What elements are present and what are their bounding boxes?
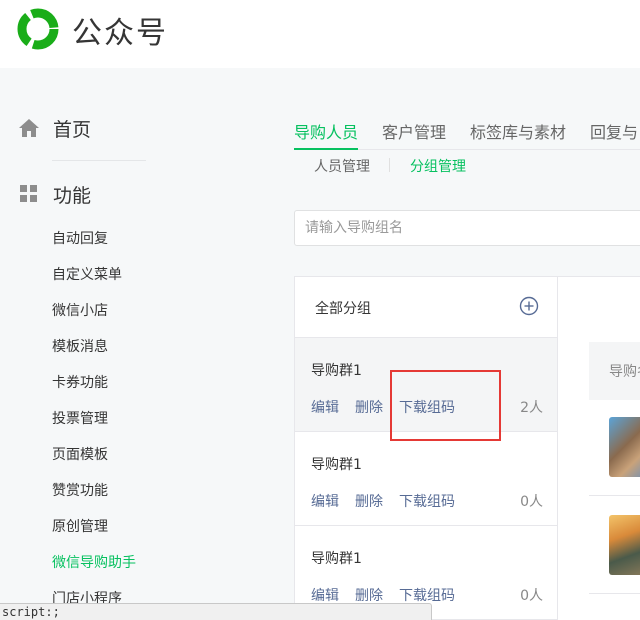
member-avatar xyxy=(609,515,640,575)
tab-shopping-guides[interactable]: 导购人员 xyxy=(294,119,358,143)
group-name: 导购群1 xyxy=(311,457,362,473)
wechat-logo-icon[interactable] xyxy=(16,7,60,51)
member-row-divider xyxy=(589,593,640,594)
delete-group-link[interactable]: 删除 xyxy=(355,491,383,511)
sidebar-item-auto-reply[interactable]: 自动回复 xyxy=(52,228,108,248)
sidebar-divider xyxy=(52,160,146,161)
tab-replies[interactable]: 回复与 xyxy=(590,119,638,143)
sidebar-item-wechat-store[interactable]: 微信小店 xyxy=(52,300,108,320)
grid-icon xyxy=(20,185,37,202)
edit-group-link[interactable]: 编辑 xyxy=(311,491,339,511)
active-tab-indicator xyxy=(294,148,358,150)
group-name: 导购群1 xyxy=(311,363,362,379)
member-list-panel: 导购名 xyxy=(558,276,640,620)
group-member-count: 0人 xyxy=(520,588,543,604)
group-name: 导购群1 xyxy=(311,551,362,567)
sidebar-item-template-message[interactable]: 模板消息 xyxy=(52,336,108,356)
edit-group-link[interactable]: 编辑 xyxy=(311,397,339,417)
group-member-count: 0人 xyxy=(520,494,543,510)
download-group-code-link[interactable]: 下载组码 xyxy=(399,585,455,605)
main-tab-bar: 导购人员 客户管理 标签库与素材 回复与 xyxy=(294,116,640,150)
search-box xyxy=(294,210,640,246)
group-search-input[interactable] xyxy=(305,211,635,245)
member-table-header-label: 导购名 xyxy=(609,364,640,380)
highlight-annotation-box xyxy=(390,370,501,441)
brand-title: 公众号 xyxy=(72,16,168,51)
sidebar-item-shopping-guide[interactable]: 微信导购助手 xyxy=(52,552,136,572)
sidebar-home-label: 首页 xyxy=(53,118,92,141)
member-row-divider xyxy=(589,495,640,496)
subtab-group-management[interactable]: 分组管理 xyxy=(410,156,466,176)
top-bar: 公众号 xyxy=(0,0,640,68)
sidebar-item-page-template[interactable]: 页面模板 xyxy=(52,444,108,464)
sidebar-item-custom-menu[interactable]: 自定义菜单 xyxy=(52,264,122,284)
group-member-count: 2人 xyxy=(520,400,543,416)
sidebar-function-label: 功能 xyxy=(53,184,92,207)
tab-tags-and-materials[interactable]: 标签库与素材 xyxy=(470,119,566,143)
sidebar-section-function[interactable]: 功能 xyxy=(18,180,91,208)
home-icon xyxy=(19,119,39,137)
group-item[interactable]: 导购群1 编辑 删除 下载组码 0人 xyxy=(295,432,557,526)
sidebar-item-original[interactable]: 原创管理 xyxy=(52,516,108,536)
download-group-code-link[interactable]: 下载组码 xyxy=(399,491,455,511)
delete-group-link[interactable]: 删除 xyxy=(355,397,383,417)
all-groups-label[interactable]: 全部分组 xyxy=(315,298,371,318)
add-circle-icon[interactable] xyxy=(519,296,539,316)
member-table-header: 导购名 xyxy=(589,342,640,400)
sidebar-item-reward[interactable]: 赞赏功能 xyxy=(52,480,108,500)
tab-customer-management[interactable]: 客户管理 xyxy=(382,119,446,143)
delete-group-link[interactable]: 删除 xyxy=(355,585,383,605)
browser-status-bar: script:; xyxy=(0,603,432,620)
sidebar-item-coupons[interactable]: 卡券功能 xyxy=(52,372,108,392)
member-avatar xyxy=(609,417,640,477)
sidebar: 首页 功能 自动回复 自定义菜单 微信小店 模板消息 卡券功能 投票管理 页面模… xyxy=(0,68,270,620)
group-list-panel: 全部分组 导购群1 编辑 删除 下载组码 2人 导购群1 编辑 删除 下载组码 … xyxy=(294,276,558,620)
edit-group-link[interactable]: 编辑 xyxy=(311,585,339,605)
sidebar-item-voting[interactable]: 投票管理 xyxy=(52,408,108,428)
sidebar-item-home[interactable]: 首页 xyxy=(18,114,91,142)
subtab-staff-management[interactable]: 人员管理 xyxy=(314,156,370,176)
subtab-separator xyxy=(389,158,390,172)
